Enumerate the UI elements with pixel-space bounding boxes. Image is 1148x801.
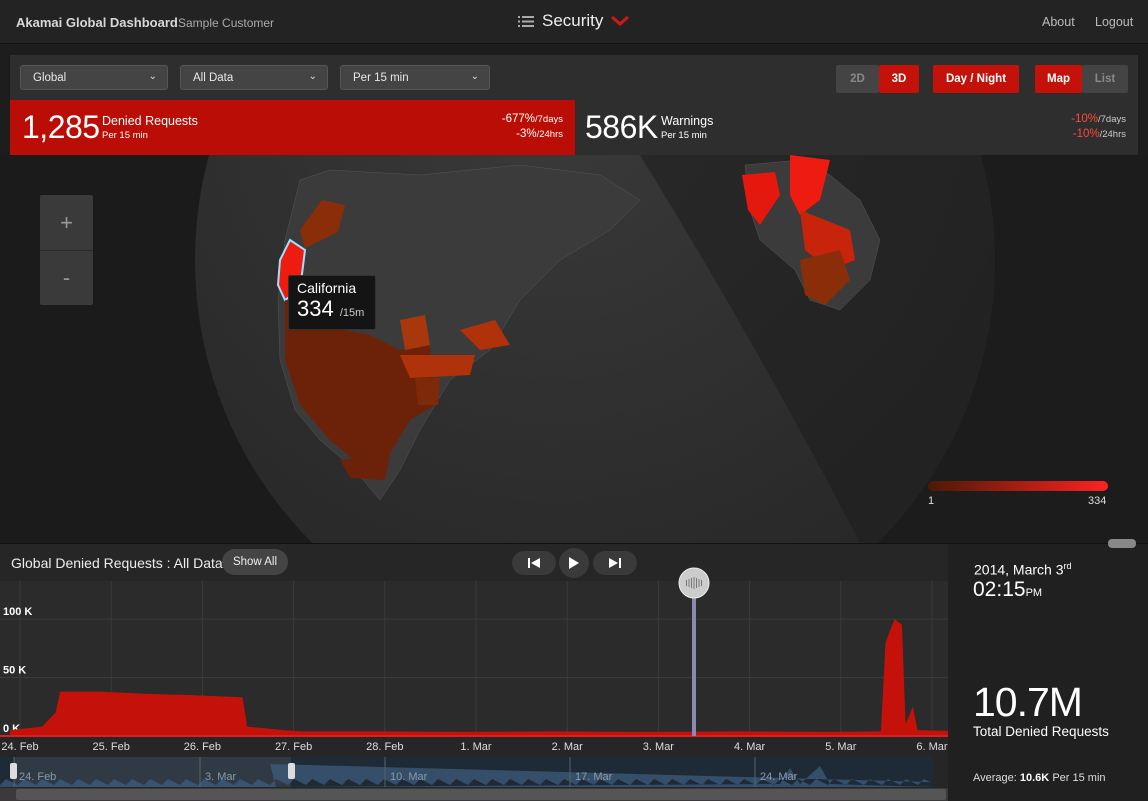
denied-change-24h-unit: /24hrs: [536, 129, 563, 140]
navigator-left-handle: [10, 763, 17, 779]
chevron-down-icon: ⌄: [308, 71, 317, 82]
warnings-sub: Per 15 min: [661, 130, 707, 141]
x-tick-label: 28. Feb: [366, 741, 403, 753]
logout-link[interactable]: Logout: [1095, 15, 1133, 29]
zoom-control: + -: [40, 195, 93, 305]
tooltip-unit: /15m: [339, 307, 365, 319]
date-suffix: rd: [1063, 561, 1072, 571]
x-tick-label: 6. Mar: [916, 741, 948, 753]
about-link[interactable]: About: [1042, 15, 1075, 29]
warnings-panel: 586K Warnings Per 15 min -10%/7days -10%…: [575, 100, 1138, 155]
denied-count: 1,285: [22, 109, 100, 145]
zoom-out-button[interactable]: -: [40, 250, 93, 305]
top-bar: Akamai Global Dashboard Sample Customer …: [0, 0, 1148, 44]
region-dropdown-value: Global: [33, 72, 67, 84]
x-tick-label: 2. Mar: [552, 741, 584, 753]
brand-title[interactable]: Akamai Global Dashboard: [16, 15, 178, 30]
chevron-down-icon: [611, 16, 630, 26]
day-night-button[interactable]: Day / Night: [933, 65, 1019, 93]
warnings-count: 586K: [585, 109, 658, 145]
x-tick-label: 1. Mar: [460, 741, 492, 753]
average-value: 10.6K: [1019, 772, 1050, 784]
resize-handle[interactable]: [1108, 539, 1136, 548]
denied-change-24h-value: -3%: [516, 128, 537, 140]
navigator-tick-label: 24. Feb: [19, 771, 56, 783]
color-scale-legend: [928, 481, 1108, 491]
navigator-tick-label: 24. Mar: [760, 771, 798, 783]
time-meridiem: PM: [1025, 587, 1043, 599]
navigator-tick-label: 3. Mar: [205, 771, 237, 783]
list-icon: [518, 15, 534, 27]
x-tick-label: 5. Mar: [825, 741, 857, 753]
warnings-change-7d-value: -10%: [1071, 113, 1098, 125]
scrollbar-thumb: [16, 789, 946, 800]
view-2d-button[interactable]: 2D: [836, 65, 879, 93]
state-alabama[interactable]: [415, 378, 440, 405]
legend-max-label: 334: [1088, 495, 1107, 507]
average-line: Average: 10.6K Per 15 min: [973, 772, 1106, 784]
navigator-tick-label: 17. Mar: [575, 771, 613, 783]
average-unit: Per 15 min: [1052, 772, 1106, 784]
section-label: Security: [542, 11, 604, 30]
total-denied-value: 10.7M: [973, 679, 1083, 725]
warnings-change-24h-unit: /24hrs: [1099, 129, 1126, 140]
warnings-label: Warnings: [661, 114, 714, 128]
state-tennessee[interactable]: [400, 355, 475, 378]
denied-change-7d-unit: /7days: [535, 114, 563, 125]
zoom-in-button[interactable]: +: [40, 195, 93, 250]
chevron-down-icon: ⌄: [470, 71, 479, 82]
denied-change-7d: -677%/7days: [502, 113, 563, 125]
navigator-tick-label: 10. Mar: [390, 771, 428, 783]
map-area[interactable]: California 334 /15m + - 1 334: [0, 155, 1148, 543]
map-tooltip: California 334 /15m: [288, 275, 376, 330]
x-tick-label: 24. Feb: [1, 741, 38, 753]
info-panel: 2014, March 3rd 02:15PM 10.7M Total Deni…: [948, 544, 1148, 801]
interval-dropdown[interactable]: Per 15 min ⌄: [340, 65, 490, 90]
denied-change-24h: -3%/24hrs: [516, 128, 563, 140]
warnings-change-24h-value: -10%: [1072, 128, 1100, 140]
tooltip-count: 334: [297, 296, 334, 321]
denied-requests-panel: 1,285 Denied Requests Per 15 min -677%/7…: [10, 100, 575, 155]
legend-min-label: 1: [928, 495, 935, 507]
x-tick-label: 27. Feb: [275, 741, 312, 753]
warnings-change-24h: -10%/24hrs: [1073, 128, 1126, 140]
navigator-right-handle: [288, 763, 295, 779]
chevron-down-icon: ⌄: [148, 71, 157, 82]
average-label: Average:: [973, 772, 1017, 784]
current-date-text: 2014, March 3: [974, 561, 1064, 578]
timeline-panel: Global Denied Requests : All Data Show A…: [0, 539, 1148, 801]
state-colorado[interactable]: [400, 315, 430, 350]
map-view-button[interactable]: Map: [1035, 65, 1082, 93]
view-3d-button[interactable]: 3D: [879, 65, 919, 93]
x-tick-label: 3. Mar: [643, 741, 675, 753]
list-view-button[interactable]: List: [1082, 65, 1128, 93]
x-tick-label: 4. Mar: [734, 741, 766, 753]
controls-bar: Global ⌄ All Data ⌄ Per 15 min ⌄ 2D 3D D…: [10, 55, 1138, 100]
warnings-change-7d: -10%/7days: [1071, 113, 1126, 125]
y-tick-label: 100 K: [3, 606, 32, 618]
denied-change-7d-value: -677%: [501, 113, 535, 125]
x-tick-label: 26. Feb: [184, 741, 221, 753]
current-time-text: 02:15: [973, 578, 1026, 601]
total-denied-label: Total Denied Requests: [973, 724, 1109, 739]
region-dropdown[interactable]: Global ⌄: [20, 65, 168, 90]
warnings-change-7d-unit: /7days: [1098, 114, 1126, 125]
x-tick-label: 25. Feb: [93, 741, 130, 753]
customer-name: Sample Customer: [178, 16, 275, 30]
data-dropdown[interactable]: All Data ⌄: [180, 65, 328, 90]
y-tick-label: 50 K: [3, 665, 26, 677]
current-date: 2014, March 3rd: [974, 561, 1072, 578]
section-selector[interactable]: Security: [518, 11, 630, 31]
current-time: 02:15PM: [973, 578, 1042, 602]
denied-label: Denied Requests: [102, 114, 198, 128]
interval-dropdown-value: Per 15 min: [353, 72, 409, 84]
denied-sub: Per 15 min: [102, 130, 148, 141]
tooltip-value: 334 /15m: [297, 296, 367, 322]
denied-requests-chart[interactable]: 0 K50 K100 K24. Feb 25. Feb 26. Feb 27. Feb…: [0, 544, 948, 801]
tooltip-region-name: California: [297, 280, 357, 296]
data-dropdown-value: All Data: [193, 72, 234, 84]
